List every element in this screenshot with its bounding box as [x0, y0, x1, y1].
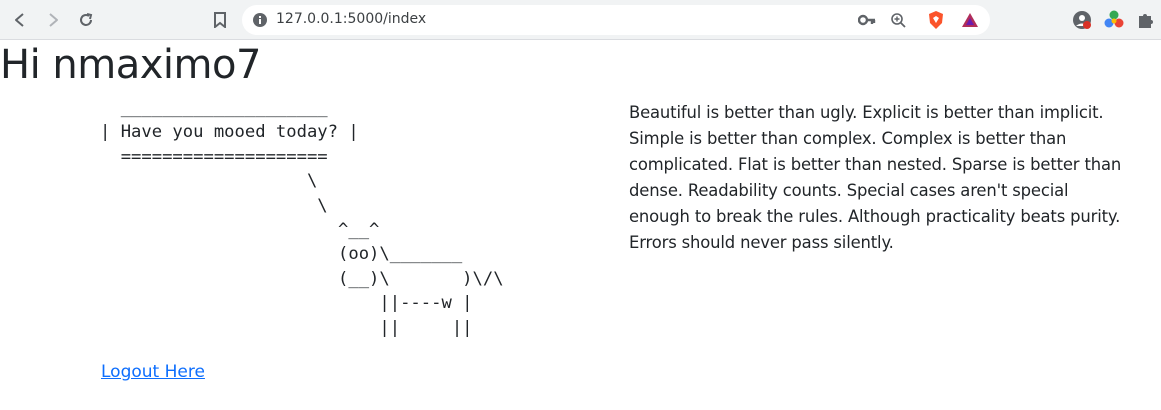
reload-icon — [80, 13, 93, 26]
bookmark-button[interactable] — [208, 8, 232, 32]
cowsay-line: (__)\ )\/\ — [100, 268, 504, 289]
cowsay-line: ____________________ — [100, 98, 328, 118]
cowsay-line: || || — [100, 317, 473, 338]
logout-link[interactable]: Logout Here — [101, 362, 205, 382]
cowsay-ascii-art: ____________________ | Have you mooed to… — [100, 96, 504, 340]
brave-shields-icon[interactable] — [926, 10, 946, 30]
site-info-icon[interactable] — [250, 10, 270, 30]
zen-of-python-text: Beautiful is better than ugly. Explicit … — [629, 103, 1122, 252]
extension-colorful-icon[interactable] — [1103, 9, 1125, 31]
back-arrow-icon — [15, 13, 24, 27]
zoom-icon[interactable] — [888, 10, 908, 30]
forward-button[interactable] — [41, 8, 65, 32]
greeting-heading: Hi nmaximo7 — [0, 42, 261, 88]
brave-rewards-icon[interactable] — [960, 10, 980, 30]
cowsay-line: ==================== — [100, 146, 328, 167]
forward-arrow-icon — [49, 13, 58, 27]
cowsay-line: ^__^ — [100, 220, 380, 241]
cowsay-line: \ — [100, 195, 328, 216]
key-icon[interactable] — [857, 10, 877, 30]
cowsay-line: (oo)\_______ — [100, 244, 463, 265]
bookmark-icon — [214, 12, 226, 28]
extension-privacy-icon[interactable] — [1071, 9, 1093, 31]
cowsay-line: \ — [100, 171, 318, 192]
cowsay-line: ||----w | — [100, 293, 473, 314]
address-bar[interactable]: 127.0.0.1:5000/index — [242, 5, 990, 35]
url-text[interactable]: 127.0.0.1:5000/index — [276, 11, 426, 27]
browser-toolbar: 127.0.0.1:5000/index — [0, 0, 1161, 40]
reload-button[interactable] — [74, 8, 98, 32]
extensions-puzzle-icon[interactable] — [1135, 9, 1157, 31]
back-button[interactable] — [8, 8, 32, 32]
cowsay-line: | Have you mooed today? | — [100, 122, 359, 143]
